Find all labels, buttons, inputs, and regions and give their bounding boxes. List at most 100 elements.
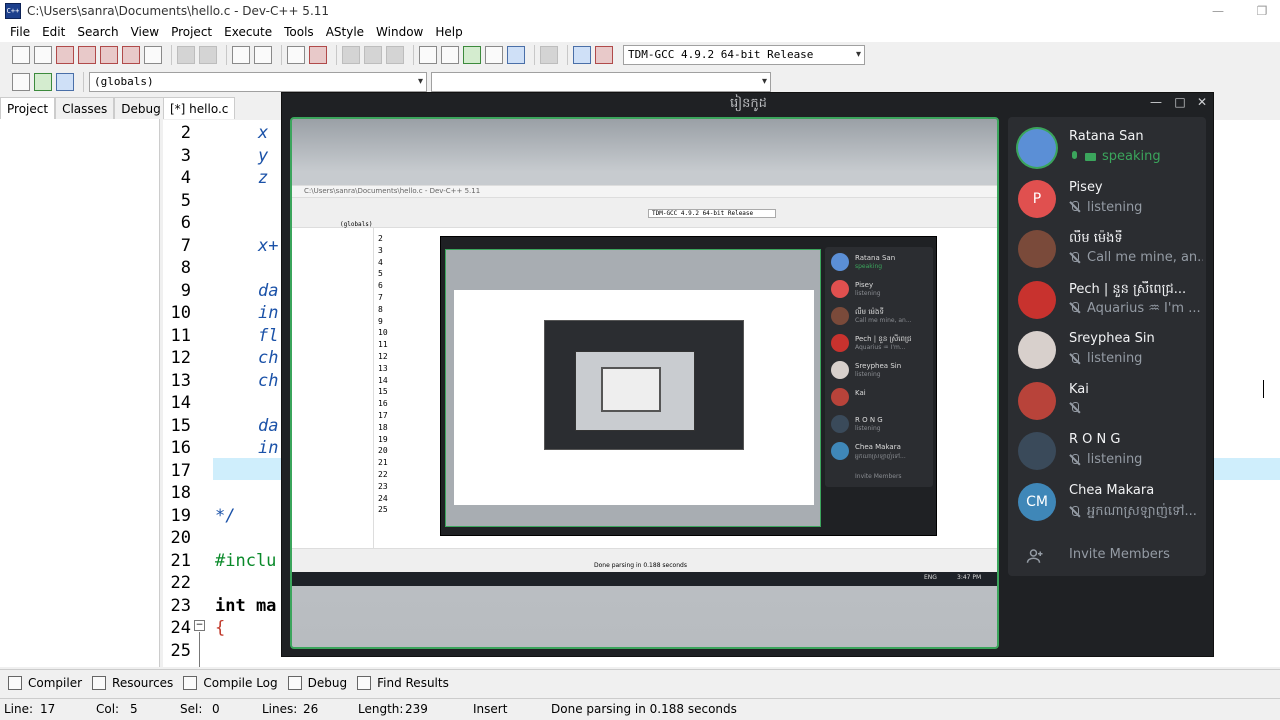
run-icon[interactable]: [441, 46, 459, 64]
line-number: 10: [170, 303, 191, 323]
goto-icon[interactable]: [386, 46, 404, 64]
indent-icon[interactable]: [287, 46, 305, 64]
mini-stream-screen: [454, 290, 814, 505]
find-icon[interactable]: [232, 46, 250, 64]
tab-resources[interactable]: Resources: [92, 675, 173, 690]
goto-bookmark-icon[interactable]: [56, 73, 74, 91]
forward-icon[interactable]: [364, 46, 382, 64]
member-status-text: listening: [1087, 452, 1143, 467]
tab-hello-c[interactable]: [*] hello.c: [163, 97, 236, 119]
status-col-label: Col:: [96, 702, 120, 716]
invite-members-button[interactable]: Invite Members: [1008, 541, 1206, 571]
fold-collapse-icon[interactable]: −: [194, 620, 205, 631]
menu-search[interactable]: Search: [71, 22, 124, 42]
tab-project[interactable]: Project: [0, 97, 56, 119]
member-item[interactable]: P Pisey listening: [1008, 174, 1206, 224]
line-number: 21: [170, 550, 191, 571]
member-select[interactable]: ▾: [431, 72, 771, 92]
menu-view[interactable]: View: [125, 22, 165, 42]
print-icon[interactable]: [144, 46, 162, 64]
member-item[interactable]: Kai: [1008, 376, 1206, 426]
tab-compiler-label: Compiler: [28, 675, 83, 690]
member-item[interactable]: CM Chea Makara អ្នកណាស្រឡាញ់ទៅ...: [1008, 477, 1206, 527]
screen-share-stream[interactable]: C:\Users\sanra\Documents\hello.c - Dev-C…: [290, 117, 999, 649]
window-title: C:\Users\sanra\Documents\hello.c - Dev-C…: [27, 4, 330, 18]
status-lines: 26: [303, 702, 319, 716]
scope-select[interactable]: (globals) ▾: [89, 72, 427, 92]
avatar: P: [1018, 179, 1056, 218]
microphone-muted-icon: [1069, 506, 1081, 518]
tab-find-results[interactable]: Find Results: [357, 675, 449, 690]
toolbar-separator: [534, 45, 535, 65]
debug-icon[interactable]: [595, 46, 613, 64]
line-number: 16: [170, 438, 191, 458]
tab-classes[interactable]: Classes: [55, 97, 115, 119]
minimize-icon[interactable]: —: [1208, 2, 1228, 20]
mini-line-number: 11: [378, 340, 388, 350]
tab-compiler[interactable]: Compiler: [8, 675, 83, 690]
chevron-down-icon: ▾: [761, 76, 767, 87]
menu-tools[interactable]: Tools: [278, 22, 320, 42]
mini-globals-select: (globals): [340, 221, 373, 228]
menu-execute[interactable]: Execute: [218, 22, 278, 42]
save-all-icon[interactable]: [78, 46, 96, 64]
mini-line-number: 8: [378, 304, 383, 314]
menu-file[interactable]: File: [4, 22, 36, 42]
open-file-icon[interactable]: [34, 46, 52, 64]
tab-debug-output[interactable]: Debug: [287, 675, 347, 690]
mini-status-bar: Done parsing in 0.188 seconds: [292, 548, 997, 572]
restore-icon[interactable]: ❐: [1252, 2, 1272, 20]
new-file-icon[interactable]: [12, 46, 30, 64]
fold-line: [199, 632, 200, 667]
compiler-select[interactable]: TDM-GCC 4.9.2 64-bit Release ▾: [623, 45, 865, 65]
insert-icon[interactable]: [12, 73, 30, 91]
microphone-muted-icon: [1069, 453, 1081, 466]
member-item[interactable]: R O N G listening: [1008, 426, 1206, 476]
tab-compile-log[interactable]: Compile Log: [183, 675, 278, 690]
toggle-bookmark-icon[interactable]: [34, 73, 52, 91]
save-icon[interactable]: [56, 46, 74, 64]
participants-panel: Ratana San speaking P Pisey listening លឹម ម៉េ…: [1008, 117, 1206, 576]
avatar: CM: [1018, 482, 1056, 521]
line-number: 5: [180, 190, 191, 211]
maximize-icon[interactable]: □: [1170, 95, 1190, 109]
replace-icon[interactable]: [254, 46, 272, 64]
undo-icon[interactable]: [177, 46, 195, 64]
line-number: 23: [170, 595, 191, 616]
back-icon[interactable]: [342, 46, 360, 64]
menu-project[interactable]: Project: [165, 22, 218, 42]
mini-avatar: [831, 442, 849, 460]
toolbar-separator: [413, 45, 414, 65]
mini-member-status: Call me mine, an...: [855, 317, 912, 324]
compile-icon[interactable]: [419, 46, 437, 64]
menu-help[interactable]: Help: [429, 22, 468, 42]
member-status: [1069, 401, 1203, 414]
menu-window[interactable]: Window: [370, 22, 429, 42]
menu-astyle[interactable]: AStyle: [320, 22, 370, 42]
avatar: [1018, 129, 1056, 167]
close-icon[interactable]: ✕: [1192, 95, 1212, 109]
menu-edit[interactable]: Edit: [36, 22, 71, 42]
tab-debug[interactable]: Debug: [114, 97, 168, 119]
minimize-icon[interactable]: —: [1146, 95, 1166, 109]
redo-icon[interactable]: [199, 46, 217, 64]
mini-toolbar: TDM-GCC 4.9.2 64-bit Release (globals): [292, 198, 997, 228]
line-number: 22: [170, 573, 191, 593]
rebuild-icon[interactable]: [485, 46, 503, 64]
member-item[interactable]: Sreyphea Sin listening: [1008, 325, 1206, 375]
member-item[interactable]: លឹម ម៉េងទី Call me mine, an...: [1008, 224, 1206, 274]
member-item[interactable]: Ratana San speaking: [1008, 123, 1206, 173]
mini-clock: 3:47 PM: [957, 574, 982, 581]
close-all-icon[interactable]: [122, 46, 140, 64]
line-number: 7: [180, 235, 191, 256]
stop-icon[interactable]: [540, 46, 558, 64]
mini-line-numbers: 2 3 4 5 6 7 8 9 10 11 12 13 14 15 16 17 18 19 20 21 22 23 24 25: [374, 228, 434, 528]
chart-icon[interactable]: [573, 46, 591, 64]
unindent-icon[interactable]: [309, 46, 327, 64]
compile-log-icon: [183, 675, 198, 690]
member-item[interactable]: Pech | នួន ស្រីពេជ្រ... Aquarius ♒ I'm ..…: [1008, 275, 1206, 325]
compile-run-icon[interactable]: [463, 46, 481, 64]
project-panel: [0, 97, 160, 667]
check-syntax-icon[interactable]: [507, 46, 525, 64]
close-file-icon[interactable]: [100, 46, 118, 64]
